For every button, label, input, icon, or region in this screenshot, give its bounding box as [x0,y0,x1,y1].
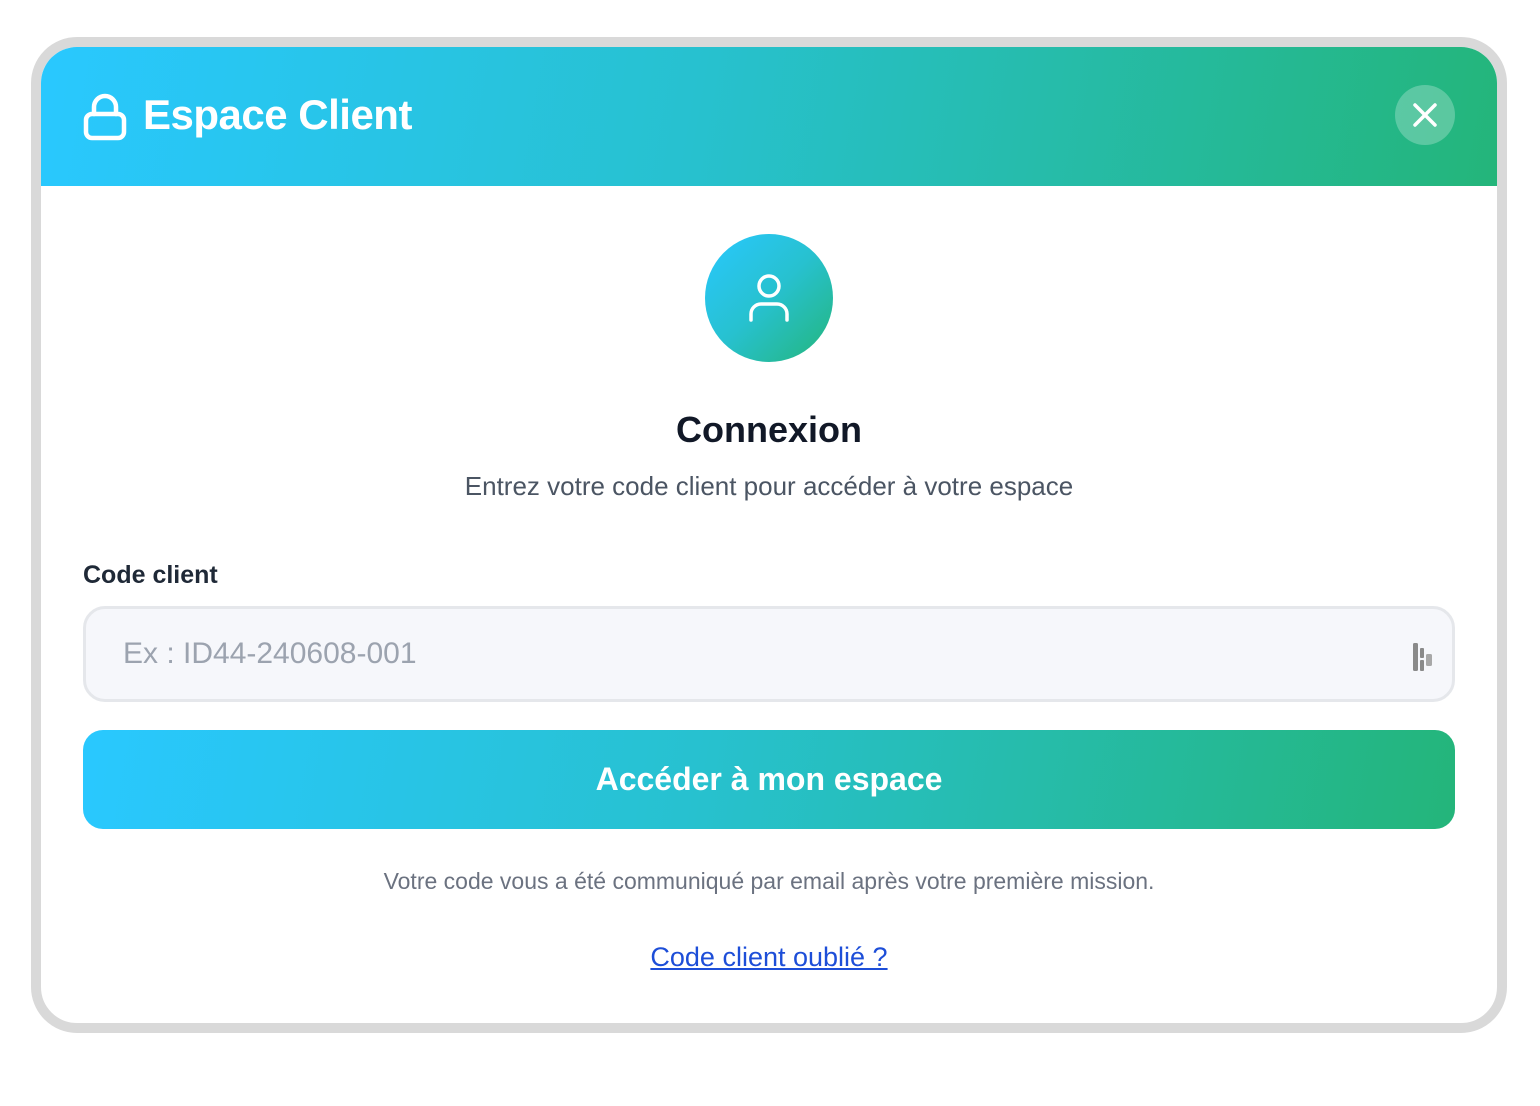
login-subtitle: Entrez votre code client pour accéder à … [464,471,1074,501]
code-client-field [83,606,1455,702]
password-manager-icon[interactable] [1412,642,1434,672]
client-login-modal: Espace Client Connexion Entrez votre cod… [31,37,1507,1033]
forgot-code-link[interactable]: Code client oublié ? [650,942,887,972]
code-client-label: Code client [83,561,218,589]
login-title: Connexion [676,409,862,450]
help-text: Votre code vous a été communiqué par ema… [383,868,1155,894]
close-icon [1413,103,1437,127]
user-icon [749,274,789,322]
code-client-input[interactable] [86,609,1452,699]
modal-title: Espace Client [143,91,412,138]
access-space-button[interactable]: Accéder à mon espace [83,730,1455,829]
lock-icon [83,93,127,141]
modal-header: Espace Client [41,47,1497,186]
forgot-code-container: Code client oublié ? [41,940,1497,979]
page: Espace Client Connexion Entrez votre cod… [0,0,1540,1106]
close-button[interactable] [1395,85,1455,145]
avatar [705,234,833,362]
